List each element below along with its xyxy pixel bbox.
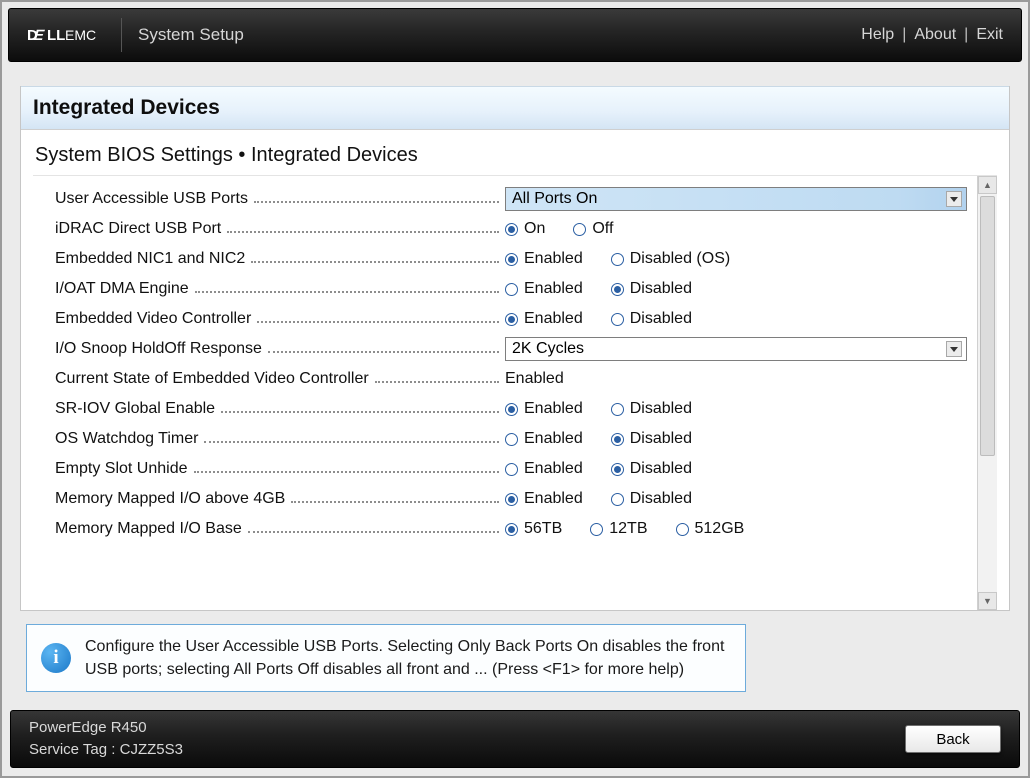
idrac-usb-off-radio[interactable]: Off bbox=[573, 220, 613, 238]
empty-slot-enabled-radio[interactable]: Enabled bbox=[505, 460, 583, 478]
scroll-up-icon[interactable]: ▲ bbox=[978, 176, 997, 194]
video-enabled-radio[interactable]: Enabled bbox=[505, 310, 583, 328]
service-tag-value: CJZZ5S3 bbox=[120, 741, 183, 758]
sriov-enabled-radio[interactable]: Enabled bbox=[505, 400, 583, 418]
io-snoop-value: 2K Cycles bbox=[512, 340, 584, 358]
app-title: System Setup bbox=[138, 25, 244, 45]
mmio-base-56tb-radio[interactable]: 56TB bbox=[505, 520, 562, 538]
service-tag-label: Service Tag : bbox=[29, 741, 115, 758]
about-link[interactable]: About bbox=[914, 26, 956, 44]
breadcrumb: System BIOS Settings • Integrated Device… bbox=[33, 138, 997, 176]
page-title: Integrated Devices bbox=[21, 86, 1009, 130]
mmio4gb-disabled-radio[interactable]: Disabled bbox=[611, 490, 692, 508]
label-idrac-usb: iDRAC Direct USB Port bbox=[55, 220, 221, 238]
svg-text:EMC: EMC bbox=[65, 27, 96, 43]
top-bar: D E LL EMC System Setup Help | About | E… bbox=[8, 8, 1022, 62]
label-mmio-base: Memory Mapped I/O Base bbox=[55, 520, 242, 538]
scroll-down-icon[interactable]: ▼ bbox=[978, 592, 997, 610]
content-area: Integrated Devices System BIOS Settings … bbox=[20, 86, 1010, 611]
usb-ports-dropdown[interactable]: All Ports On bbox=[505, 187, 967, 211]
label-ioat: I/OAT DMA Engine bbox=[55, 280, 189, 298]
watchdog-enabled-radio[interactable]: Enabled bbox=[505, 430, 583, 448]
system-model: PowerEdge R450 bbox=[29, 717, 183, 739]
label-video-state: Current State of Embedded Video Controll… bbox=[55, 370, 369, 388]
label-sriov: SR-IOV Global Enable bbox=[55, 400, 215, 418]
chevron-down-icon bbox=[946, 341, 962, 357]
label-empty-slot: Empty Slot Unhide bbox=[55, 460, 188, 478]
separator: | bbox=[964, 26, 968, 44]
help-box: i Configure the User Accessible USB Port… bbox=[26, 624, 746, 692]
video-disabled-radio[interactable]: Disabled bbox=[611, 310, 692, 328]
chevron-down-icon bbox=[946, 191, 962, 207]
separator: | bbox=[902, 26, 906, 44]
settings-list: User Accessible USB Ports All Ports On i… bbox=[33, 176, 977, 610]
nic-disabled-radio[interactable]: Disabled (OS) bbox=[611, 250, 730, 268]
brand-logo: D E LL EMC bbox=[27, 18, 122, 52]
label-io-snoop: I/O Snoop HoldOff Response bbox=[55, 340, 262, 358]
help-text: Configure the User Accessible USB Ports.… bbox=[85, 635, 731, 681]
footer-bar: PowerEdge R450 Service Tag : CJZZ5S3 Bac… bbox=[10, 710, 1020, 768]
nic-enabled-radio[interactable]: Enabled bbox=[505, 250, 583, 268]
back-button[interactable]: Back bbox=[905, 725, 1001, 753]
sriov-disabled-radio[interactable]: Disabled bbox=[611, 400, 692, 418]
label-video-ctrl: Embedded Video Controller bbox=[55, 310, 251, 328]
label-watchdog: OS Watchdog Timer bbox=[55, 430, 198, 448]
ioat-enabled-radio[interactable]: Enabled bbox=[505, 280, 583, 298]
scroll-thumb[interactable] bbox=[980, 196, 995, 456]
idrac-usb-on-radio[interactable]: On bbox=[505, 220, 545, 238]
help-link[interactable]: Help bbox=[861, 26, 894, 44]
usb-ports-value: All Ports On bbox=[512, 190, 597, 208]
info-icon: i bbox=[41, 643, 71, 673]
label-usb-ports: User Accessible USB Ports bbox=[55, 190, 248, 208]
svg-text:LL: LL bbox=[47, 27, 65, 44]
io-snoop-dropdown[interactable]: 2K Cycles bbox=[505, 337, 967, 361]
mmio-base-12tb-radio[interactable]: 12TB bbox=[590, 520, 647, 538]
mmio4gb-enabled-radio[interactable]: Enabled bbox=[505, 490, 583, 508]
label-mmio4gb: Memory Mapped I/O above 4GB bbox=[55, 490, 285, 508]
label-embedded-nic: Embedded NIC1 and NIC2 bbox=[55, 250, 245, 268]
video-state-value: Enabled bbox=[505, 370, 564, 388]
watchdog-disabled-radio[interactable]: Disabled bbox=[611, 430, 692, 448]
empty-slot-disabled-radio[interactable]: Disabled bbox=[611, 460, 692, 478]
mmio-base-512gb-radio[interactable]: 512GB bbox=[676, 520, 745, 538]
vertical-scrollbar[interactable]: ▲ ▼ bbox=[977, 176, 997, 610]
ioat-disabled-radio[interactable]: Disabled bbox=[611, 280, 692, 298]
exit-link[interactable]: Exit bbox=[976, 26, 1003, 44]
